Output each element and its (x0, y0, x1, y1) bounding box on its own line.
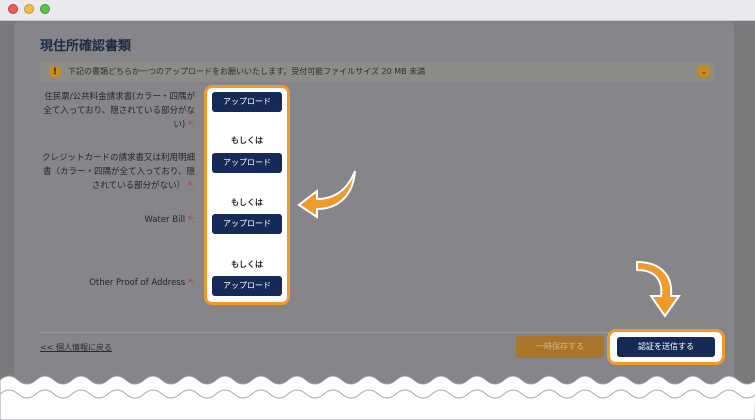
window-titlebar (0, 0, 755, 21)
chevron-down-icon[interactable]: ⌄ (698, 66, 710, 77)
minimize-window-button[interactable] (24, 4, 34, 14)
notice-text: 下記の書類どちらか一つのアップロードをお願いいたします。受付可能ファイルサイズ … (68, 67, 426, 76)
or-separator: もしくは (231, 198, 263, 207)
save-draft-button[interactable]: 一時保存する (516, 336, 604, 358)
close-window-button[interactable] (8, 4, 18, 14)
or-separator: もしくは (231, 136, 263, 145)
document-label-other-proof: Other Proof of Address *: (89, 278, 195, 288)
torn-edge-decoration (0, 375, 755, 420)
document-label-resident-certificate: 住民票/公共料金請求書(カラー・四隅が 全て入っており、隠されている部分がな い… (43, 92, 195, 130)
upload-other-proof-button[interactable]: アップロード (212, 276, 282, 296)
document-label-water-bill: Water Bill *: (144, 215, 195, 225)
curved-arrow-down-icon (636, 260, 681, 318)
submit-verification-button[interactable]: 認証を送信する (617, 337, 715, 357)
document-label-credit-card-statement: クレジットカードの請求書又は利用明細 書（カラー・四隅が全て入っており、隠 され… (41, 153, 195, 191)
upload-buttons-highlight (204, 85, 290, 305)
info-icon: ! (49, 66, 61, 78)
maximize-window-button[interactable] (40, 4, 50, 14)
upload-resident-certificate-button[interactable]: アップロード (212, 92, 282, 112)
upload-notice-banner: ! 下記の書類どちらか一つのアップロードをお願いいたします。受付可能ファイルサイ… (40, 62, 715, 82)
or-separator: もしくは (231, 260, 263, 269)
upload-credit-card-statement-button[interactable]: アップロード (212, 153, 282, 173)
back-to-personal-info-link[interactable]: << 個人情報に戻る (40, 342, 112, 353)
curved-arrow-left-icon (297, 170, 356, 219)
page-title: 現住所確認書類 (40, 39, 132, 54)
upload-water-bill-button[interactable]: アップロード (212, 214, 282, 234)
